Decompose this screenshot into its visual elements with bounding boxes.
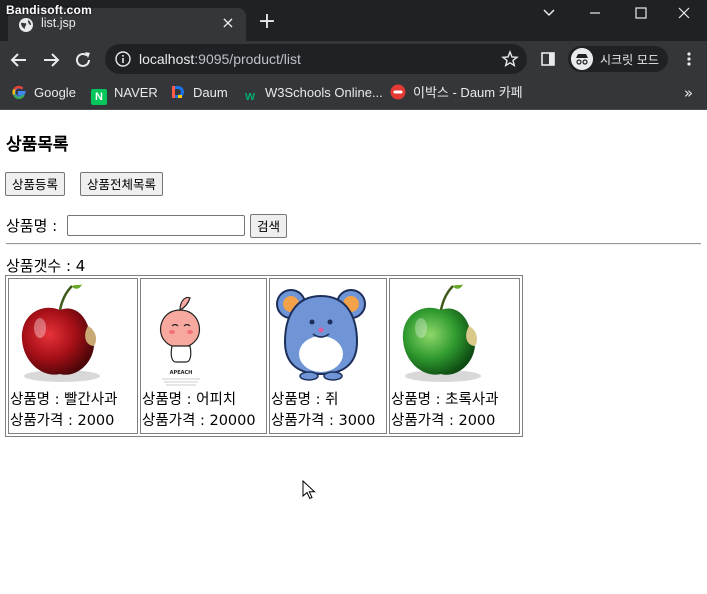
tab-title: list.jsp xyxy=(41,16,76,30)
red-apple-image[interactable] xyxy=(10,280,110,390)
price-prefix: 상품가격 : xyxy=(391,413,459,429)
page-content: 상품목록 상품등록 상품전체목록 상품명 : 검색 상품갯수 : 4 상품명:… xyxy=(0,111,707,594)
maximize-icon[interactable] xyxy=(618,0,664,30)
minimize-icon[interactable] xyxy=(572,0,618,30)
green-apple-image[interactable] xyxy=(391,280,491,390)
bookmark-star-icon[interactable] xyxy=(501,50,519,68)
product-name-line: 상품명 : 빨간사과 xyxy=(10,390,136,411)
product-price: 20000 xyxy=(209,413,256,429)
forward-icon[interactable] xyxy=(40,49,62,71)
product-name: 어피치 xyxy=(196,392,237,408)
product-cell: 상품명 : 빨간사과 상품가격 : 2000 xyxy=(8,278,138,434)
product-name: 쥐 xyxy=(325,392,339,408)
incognito-icon xyxy=(571,48,593,70)
product-name: 빨간사과 xyxy=(64,392,118,408)
product-name-line: 상품명 : 쥐 xyxy=(271,390,385,411)
incognito-indicator[interactable]: 시크릿 모드 xyxy=(568,46,668,72)
new-tab-icon[interactable]: + xyxy=(256,11,278,34)
divider xyxy=(6,243,701,245)
reload-icon[interactable] xyxy=(72,49,94,71)
price-prefix: 상품가격 : xyxy=(142,413,210,429)
product-name-line: 상품명 : 초록사과 xyxy=(391,390,518,411)
bookmark-label: Daum xyxy=(193,85,228,100)
incognito-label: 시크릿 모드 xyxy=(600,53,660,67)
register-product-button[interactable]: 상품등록 xyxy=(5,172,66,196)
bookmark-daum-cafe[interactable]: 이박스 - Daum 카페 xyxy=(390,84,523,104)
url-path: :9095/product/list xyxy=(194,51,301,67)
more-bookmarks-icon[interactable]: » xyxy=(684,84,693,102)
search-label: 상품명 : xyxy=(6,217,58,235)
tab-strip: list.jsp × Bandisoft.com + xyxy=(0,0,707,41)
daum-icon xyxy=(172,86,184,98)
product-price-line: 상품가격 : 20000 xyxy=(142,411,265,432)
page-title: 상품목록 xyxy=(6,135,69,155)
bookmark-google[interactable]: Google xyxy=(11,84,76,104)
product-price: 3000 xyxy=(338,413,376,429)
cafe-icon xyxy=(390,84,406,100)
bookmark-label: 이박스 - Daum 카페 xyxy=(413,85,523,100)
name-prefix: 상품명 : xyxy=(10,392,65,408)
search-button[interactable]: 검색 xyxy=(250,214,288,238)
w3schools-icon: w xyxy=(244,88,256,103)
kebab-menu-icon[interactable] xyxy=(681,51,697,67)
apeach-image[interactable]: APEACH xyxy=(142,280,242,390)
product-count: 상품갯수 : 4 xyxy=(6,257,86,275)
close-window-icon[interactable] xyxy=(661,0,707,30)
price-prefix: 상품가격 : xyxy=(10,413,78,429)
browser-toolbar: localhost:9095/product/list 시크릿 모드 xyxy=(0,41,707,77)
bookmark-naver[interactable]: N NAVER xyxy=(91,84,158,105)
url-host: localhost xyxy=(139,51,195,67)
back-icon[interactable] xyxy=(8,49,30,71)
product-cell: 상품명 : 초록사과 상품가격 : 2000 xyxy=(389,278,520,434)
product-table: 상품명 : 빨간사과 상품가격 : 2000 APEACH 상품명: 어피치 … xyxy=(5,275,523,437)
product-cell: APEACH 상품명 : 어피치 상품가격 : 20000 xyxy=(140,278,267,434)
product-name: 초록사과 xyxy=(445,392,499,408)
product-price-line: 상품가격 : 3000 xyxy=(271,411,385,432)
globe-icon xyxy=(19,18,33,32)
name-prefix: 상품명 : xyxy=(391,392,446,408)
url-text: localhost:9095/product/list xyxy=(139,51,301,67)
product-price: 2000 xyxy=(458,413,496,429)
product-price-line: 상품가격 : 2000 xyxy=(10,411,136,432)
bookmarks-bar: Google N NAVER Daum w W3Schools Online... … xyxy=(0,77,707,110)
product-price-line: 상품가격 : 2000 xyxy=(391,411,518,432)
table-row: 상품명 : 빨간사과 상품가격 : 2000 APEACH 상품명: 어피치 … xyxy=(8,278,520,434)
google-icon xyxy=(12,85,26,100)
side-panel-icon[interactable] xyxy=(540,51,556,67)
bookmark-label: W3Schools Online... xyxy=(265,85,383,100)
tab-close-icon[interactable]: × xyxy=(220,15,236,31)
search-input[interactable] xyxy=(67,215,245,236)
bandisoft-watermark: Bandisoft.com xyxy=(6,3,92,17)
price-prefix: 상품가격 : xyxy=(271,413,339,429)
bookmark-label: NAVER xyxy=(114,85,158,100)
product-name-line: 상품명 : 어피치 xyxy=(142,390,265,411)
address-bar[interactable]: localhost:9095/product/list xyxy=(105,44,527,74)
product-price: 2000 xyxy=(77,413,115,429)
mouse-cursor-icon xyxy=(302,480,316,500)
all-products-button[interactable]: 상품전체목록 xyxy=(80,172,164,196)
name-prefix: 상품명 : xyxy=(142,392,197,408)
apeach-caption: APEACH xyxy=(170,370,193,376)
tab-search-icon[interactable] xyxy=(526,0,572,30)
info-icon[interactable] xyxy=(115,51,131,67)
bookmark-daum[interactable]: Daum xyxy=(170,84,228,104)
name-prefix: 상품명 : xyxy=(271,392,326,408)
product-cell: 상품명 : 쥐 상품가격 : 3000 xyxy=(269,278,387,434)
bookmark-label: Google xyxy=(34,85,76,100)
bookmark-w3schools[interactable]: w W3Schools Online... xyxy=(242,84,383,104)
mouse-image[interactable] xyxy=(271,280,371,390)
naver-icon: N xyxy=(91,89,107,105)
